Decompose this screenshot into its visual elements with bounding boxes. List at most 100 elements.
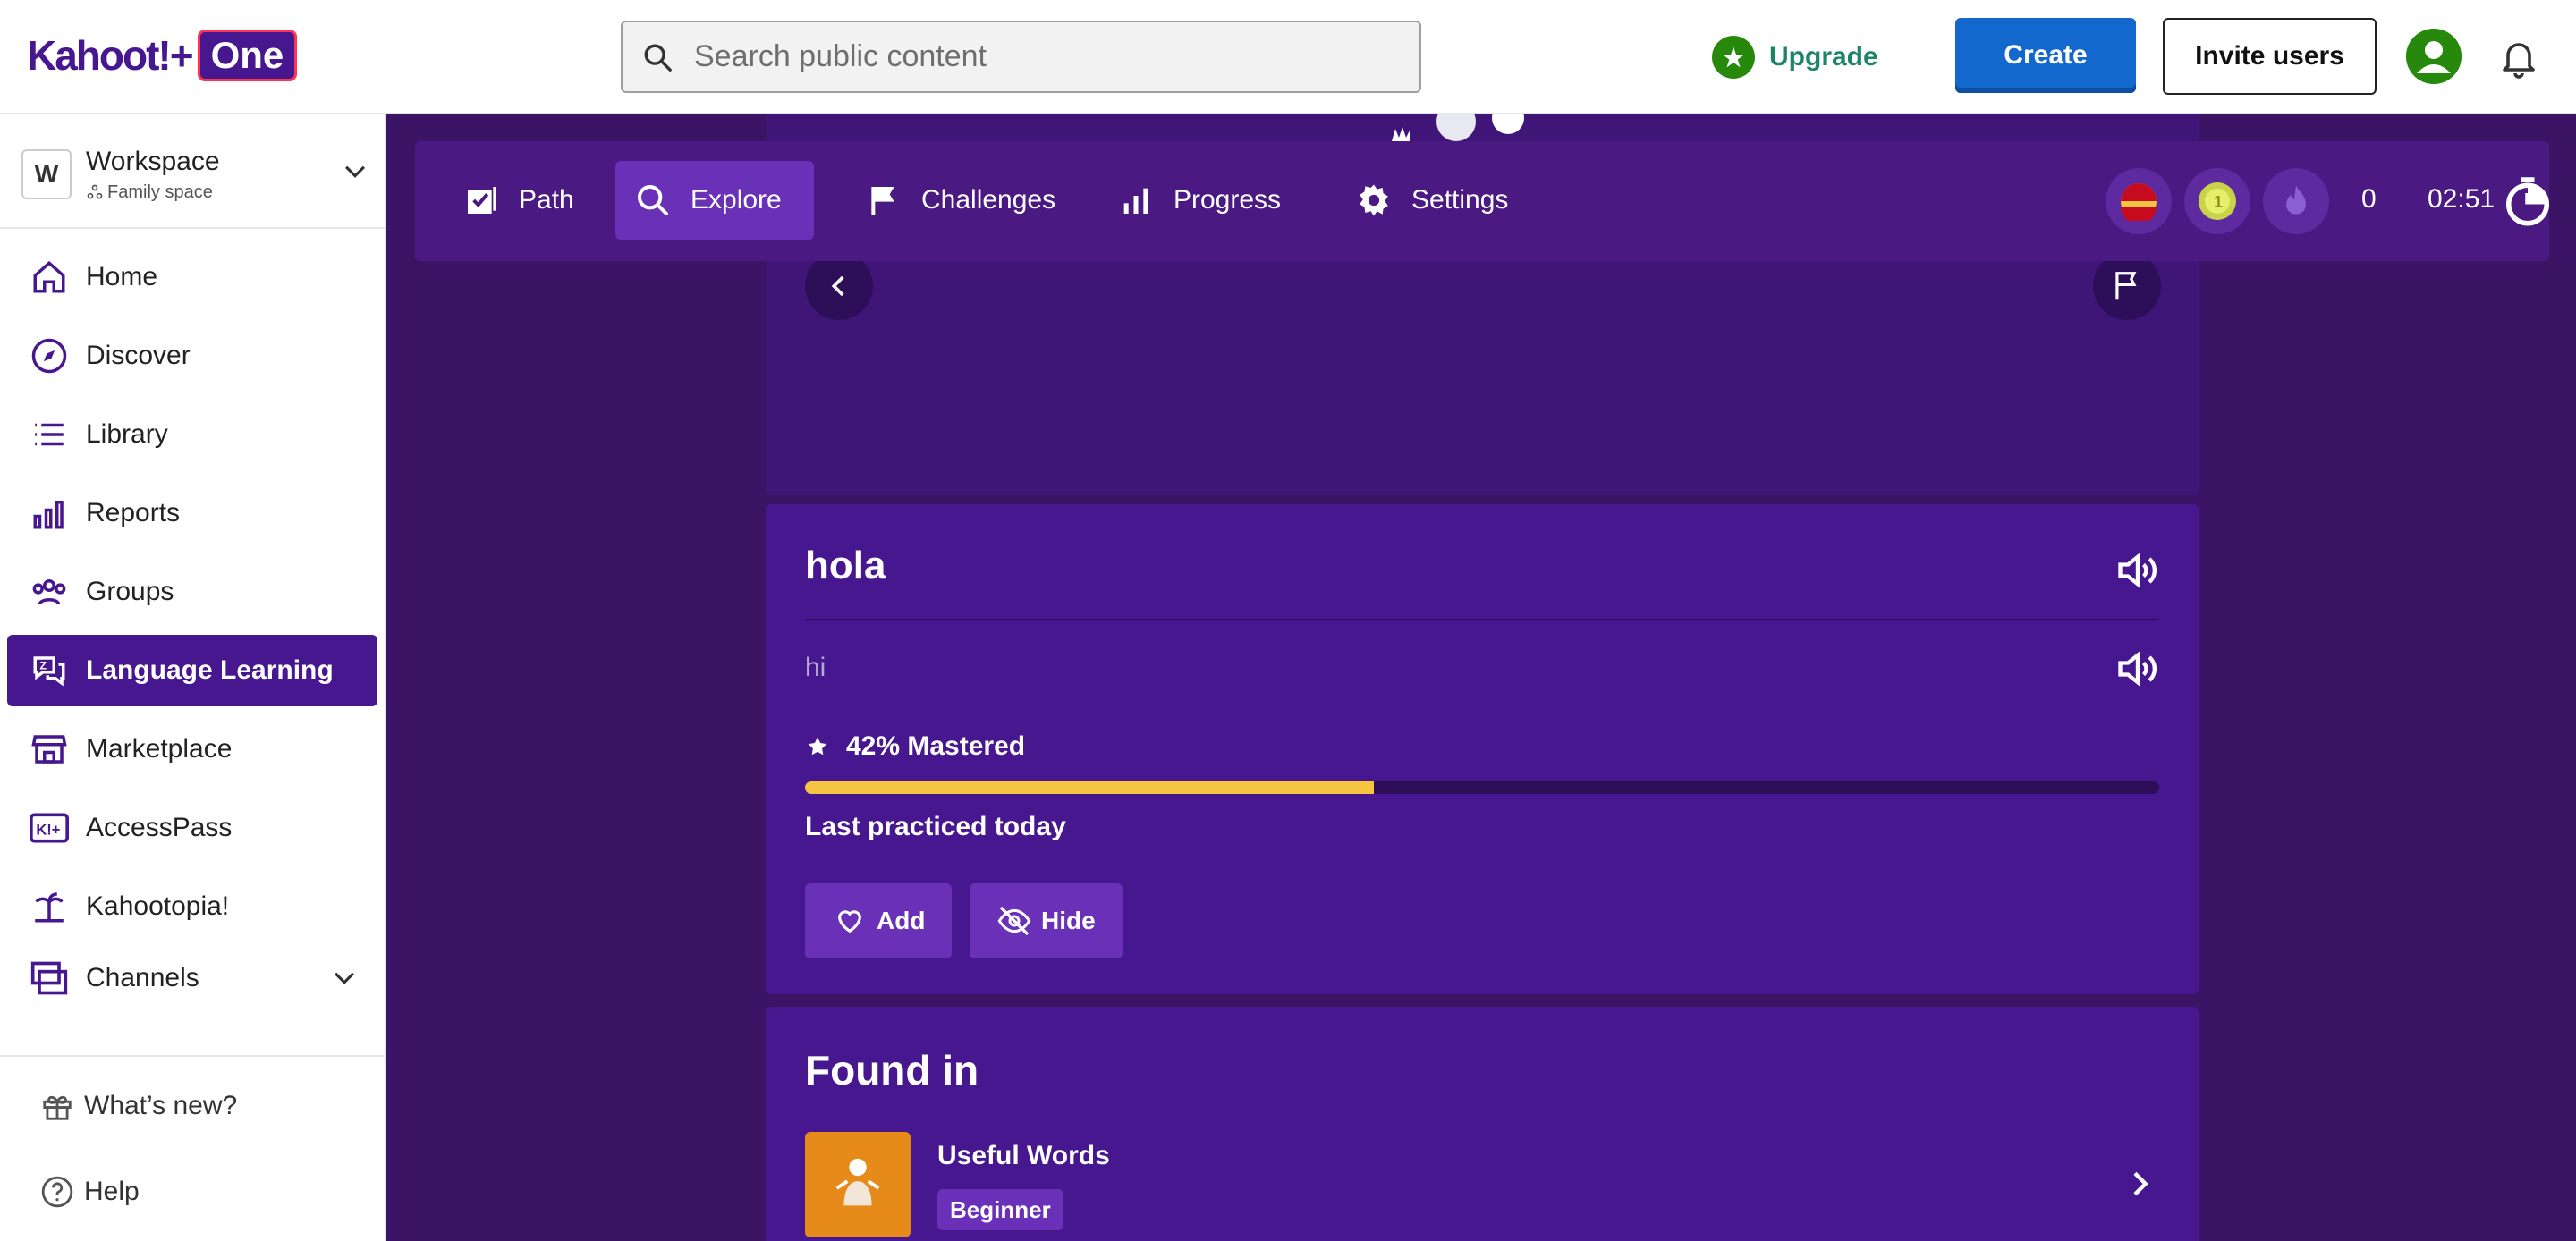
tab-label: Progress [1174, 185, 1282, 215]
logo-badge: One [197, 30, 298, 81]
report-flag-button[interactable] [2093, 252, 2161, 320]
sidebar: W Workspace Family space Home Discover L… [0, 114, 386, 1241]
sidebar-divider [0, 227, 386, 229]
family-icon [87, 184, 103, 199]
whats-new-label: What’s new? [84, 1091, 238, 1120]
avatar[interactable] [2406, 29, 2462, 84]
workspace-selector[interactable]: W Workspace Family space [21, 141, 370, 207]
language-flag-badge[interactable] [2106, 168, 2172, 234]
sidebar-item-label: Language Learning [86, 655, 334, 685]
tab-label: Explore [691, 185, 782, 215]
mastery-text: 42% Mastered [846, 731, 1026, 761]
add-label: Add [877, 907, 926, 934]
tab-path[interactable]: Path [444, 161, 592, 240]
last-practiced: Last practiced today [805, 812, 1066, 841]
sidebar-item-reports[interactable]: Reports [7, 477, 377, 549]
session-timer: 02:51 [2428, 184, 2496, 214]
sidebar-item-label: Kahootopia! [86, 891, 230, 921]
language-nav-bar: Path Explore Challenges Progress Setting… [415, 141, 2549, 261]
mastery-label: 42% Mastered [805, 731, 1025, 762]
sidebar-item-label: Reports [86, 498, 181, 528]
search-input[interactable] [694, 39, 1392, 74]
sidebar-item-channels[interactable]: Channels [7, 942, 377, 1014]
workspace-sub-label: Family space [107, 182, 213, 202]
course-level-badge: Beginner [937, 1189, 1063, 1230]
star-icon: ★ [1712, 36, 1755, 79]
channels-icon [29, 958, 70, 999]
search-icon [633, 181, 673, 220]
word-card: hola hi 42% Mastered Last practiced toda… [766, 504, 2199, 994]
spain-flag-icon [2121, 183, 2157, 221]
mastery-progress-fill [805, 781, 1374, 794]
stopwatch-icon[interactable] [2501, 175, 2555, 229]
chevron-left-icon [831, 275, 844, 297]
sidebar-item-label: Discover [86, 341, 191, 370]
tab-settings[interactable]: Settings [1336, 161, 1526, 240]
workspace-badge: W [21, 149, 72, 199]
hide-button[interactable]: Hide [970, 883, 1123, 958]
store-icon [29, 729, 70, 770]
search-icon [644, 44, 672, 72]
sidebar-item-language-learning[interactable]: Z Language Learning [7, 635, 377, 706]
sidebar-item-marketplace[interactable]: Marketplace [7, 713, 377, 785]
upgrade-button[interactable]: ★ Upgrade [1712, 34, 1878, 80]
sidebar-item-library[interactable]: Library [7, 399, 377, 470]
course-figure-icon [835, 1158, 880, 1206]
create-button[interactable]: Create [1955, 18, 2136, 93]
chevron-right-icon[interactable] [2122, 1166, 2157, 1202]
word-divider [805, 619, 2159, 620]
sidebar-item-accesspass[interactable]: K!+ AccessPass [7, 792, 377, 864]
found-in-card: Found in Useful Words Beginner [766, 1007, 2199, 1241]
gift-icon [39, 1088, 75, 1124]
help-label: Help [84, 1177, 140, 1206]
tab-label: Settings [1411, 185, 1509, 215]
course-thumbnail[interactable] [805, 1132, 911, 1237]
list-icon [29, 414, 70, 455]
tab-progress[interactable]: Progress [1098, 161, 1299, 240]
logo-text: Kahoot!+ [27, 32, 194, 79]
course-name[interactable]: Useful Words [937, 1141, 1110, 1171]
help-link[interactable]: Help [39, 1169, 140, 1214]
tab-explore[interactable]: Explore [615, 161, 814, 240]
whats-new-link[interactable]: What’s new? [39, 1084, 237, 1128]
streak-count: 0 [2361, 184, 2377, 214]
tab-label: Challenges [921, 185, 1056, 215]
add-button[interactable]: Add [805, 883, 953, 958]
speaker-icon[interactable] [2114, 646, 2161, 692]
level-coin-icon: 1 [2199, 182, 2236, 220]
workspace-sub: Family space [86, 182, 220, 203]
speaker-icon[interactable] [2114, 547, 2161, 594]
eye-off-icon [996, 903, 1032, 939]
svg-text:K!+: K!+ [36, 822, 60, 838]
user-avatar-icon [2406, 29, 2462, 84]
sidebar-item-label: Groups [86, 577, 174, 606]
sidebar-item-label: Home [86, 262, 158, 291]
language-icon: Z [29, 650, 70, 691]
path-check-icon [462, 181, 501, 220]
help-icon [39, 1174, 75, 1210]
top-bar: Kahoot!+ One ★ Upgrade Create Invite use… [0, 0, 2576, 114]
sidebar-item-label: Channels [86, 963, 199, 992]
flag-outline-icon [2115, 272, 2137, 300]
chevron-down-icon [334, 972, 355, 984]
tab-challenges[interactable]: Challenges [846, 161, 1073, 240]
sidebar-item-groups[interactable]: Groups [7, 556, 377, 628]
sidebar-divider [0, 1055, 386, 1057]
search-bar[interactable] [621, 21, 1421, 93]
level-badge[interactable]: 1 [2184, 168, 2250, 234]
sidebar-item-label: Library [86, 419, 168, 449]
invite-users-button[interactable]: Invite users [2163, 18, 2377, 95]
mastery-progress-bar [805, 781, 2159, 794]
kahoot-logo[interactable]: Kahoot!+ One [27, 29, 298, 82]
home-icon [29, 257, 70, 298]
sidebar-item-home[interactable]: Home [7, 241, 377, 313]
streak-badge[interactable] [2263, 168, 2329, 234]
back-button[interactable] [805, 252, 873, 320]
bell-icon[interactable] [2497, 36, 2540, 79]
sidebar-item-discover[interactable]: Discover [7, 320, 377, 392]
island-icon [29, 886, 70, 927]
compass-icon [29, 335, 70, 376]
chevron-down-icon [344, 165, 366, 178]
progress-bars-icon [1116, 181, 1156, 220]
sidebar-item-kahootopia[interactable]: Kahootopia! [7, 871, 377, 942]
